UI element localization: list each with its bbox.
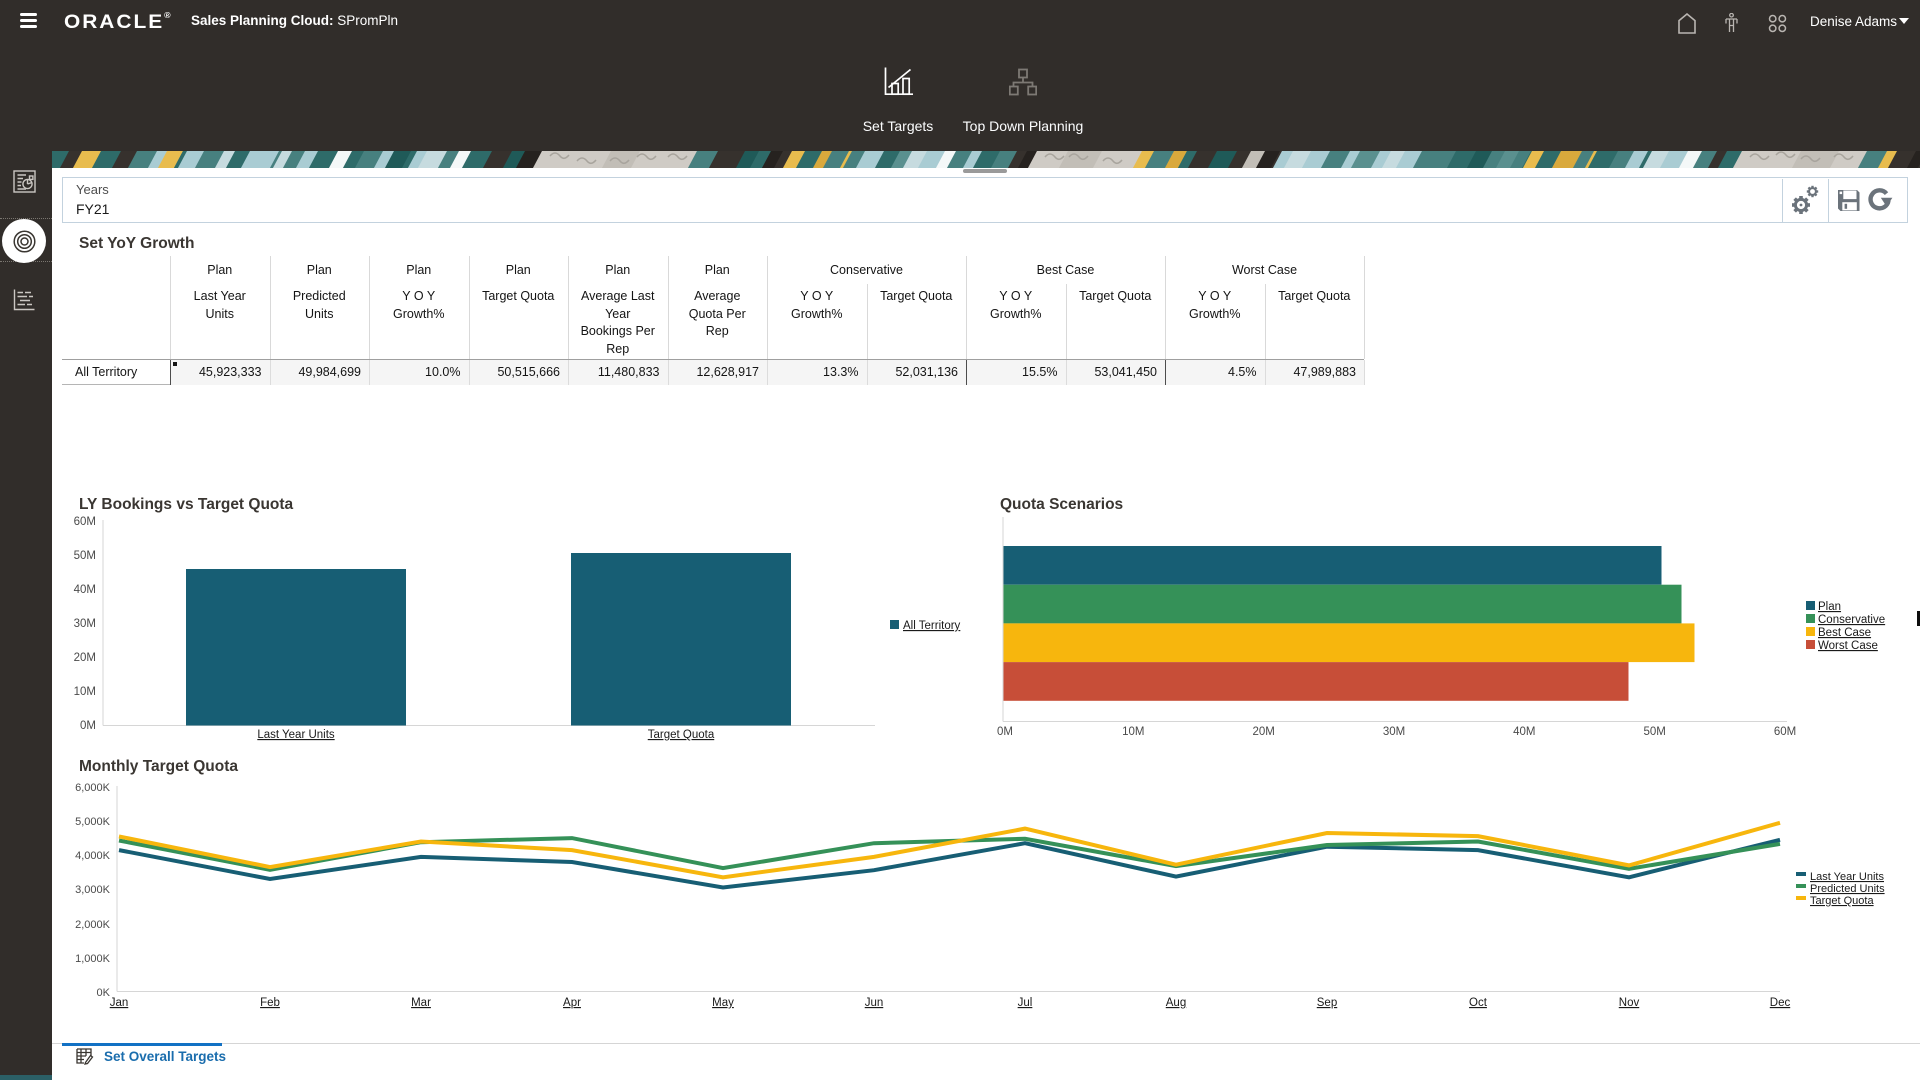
- svg-text:Worst Case: Worst Case: [1818, 640, 1878, 652]
- svg-text:Apr: Apr: [563, 997, 581, 1009]
- svg-text:6,000K: 6,000K: [75, 782, 111, 794]
- svg-text:20M: 20M: [1253, 726, 1275, 738]
- svg-text:0M: 0M: [997, 726, 1013, 738]
- svg-text:Predicted Units: Predicted Units: [1810, 883, 1885, 895]
- svg-text:50M: 50M: [1644, 726, 1666, 738]
- svg-text:0M: 0M: [80, 720, 96, 732]
- svg-text:30M: 30M: [1383, 726, 1405, 738]
- svg-text:3,000K: 3,000K: [75, 884, 111, 896]
- svg-text:40M: 40M: [1513, 726, 1535, 738]
- svg-text:Last Year Units: Last Year Units: [1810, 871, 1884, 883]
- svg-text:4,000K: 4,000K: [75, 850, 111, 862]
- svg-text:30M: 30M: [74, 618, 96, 630]
- svg-text:Dec: Dec: [1770, 997, 1791, 1009]
- svg-text:All Territory: All Territory: [903, 620, 961, 632]
- svg-text:Nov: Nov: [1619, 997, 1640, 1009]
- svg-text:Feb: Feb: [260, 997, 280, 1009]
- svg-text:10M: 10M: [1122, 726, 1144, 738]
- svg-text:0K: 0K: [97, 987, 111, 999]
- svg-text:60M: 60M: [1774, 726, 1796, 738]
- svg-text:2,000K: 2,000K: [75, 919, 111, 931]
- svg-text:Jun: Jun: [865, 997, 884, 1009]
- svg-text:Target Quota: Target Quota: [648, 729, 715, 741]
- svg-text:Oct: Oct: [1469, 997, 1488, 1009]
- svg-text:Plan: Plan: [1818, 601, 1841, 613]
- svg-text:50M: 50M: [74, 550, 96, 562]
- svg-text:5,000K: 5,000K: [75, 816, 111, 828]
- svg-text:Mar: Mar: [411, 997, 431, 1009]
- svg-text:60M: 60M: [74, 516, 96, 528]
- svg-text:Sep: Sep: [1317, 997, 1337, 1009]
- svg-text:Last Year Units: Last Year Units: [257, 729, 335, 741]
- svg-text:40M: 40M: [74, 584, 96, 596]
- svg-text:May: May: [712, 997, 734, 1009]
- svg-text:Jul: Jul: [1018, 997, 1033, 1009]
- svg-text:Target Quota: Target Quota: [1810, 895, 1874, 907]
- svg-text:Aug: Aug: [1166, 997, 1186, 1009]
- svg-text:Jan: Jan: [110, 997, 129, 1009]
- svg-text:1,000K: 1,000K: [75, 953, 111, 965]
- svg-text:Best Case: Best Case: [1818, 627, 1871, 639]
- svg-text:20M: 20M: [74, 652, 96, 664]
- svg-text:10M: 10M: [74, 686, 96, 698]
- svg-text:Conservative: Conservative: [1818, 614, 1885, 626]
